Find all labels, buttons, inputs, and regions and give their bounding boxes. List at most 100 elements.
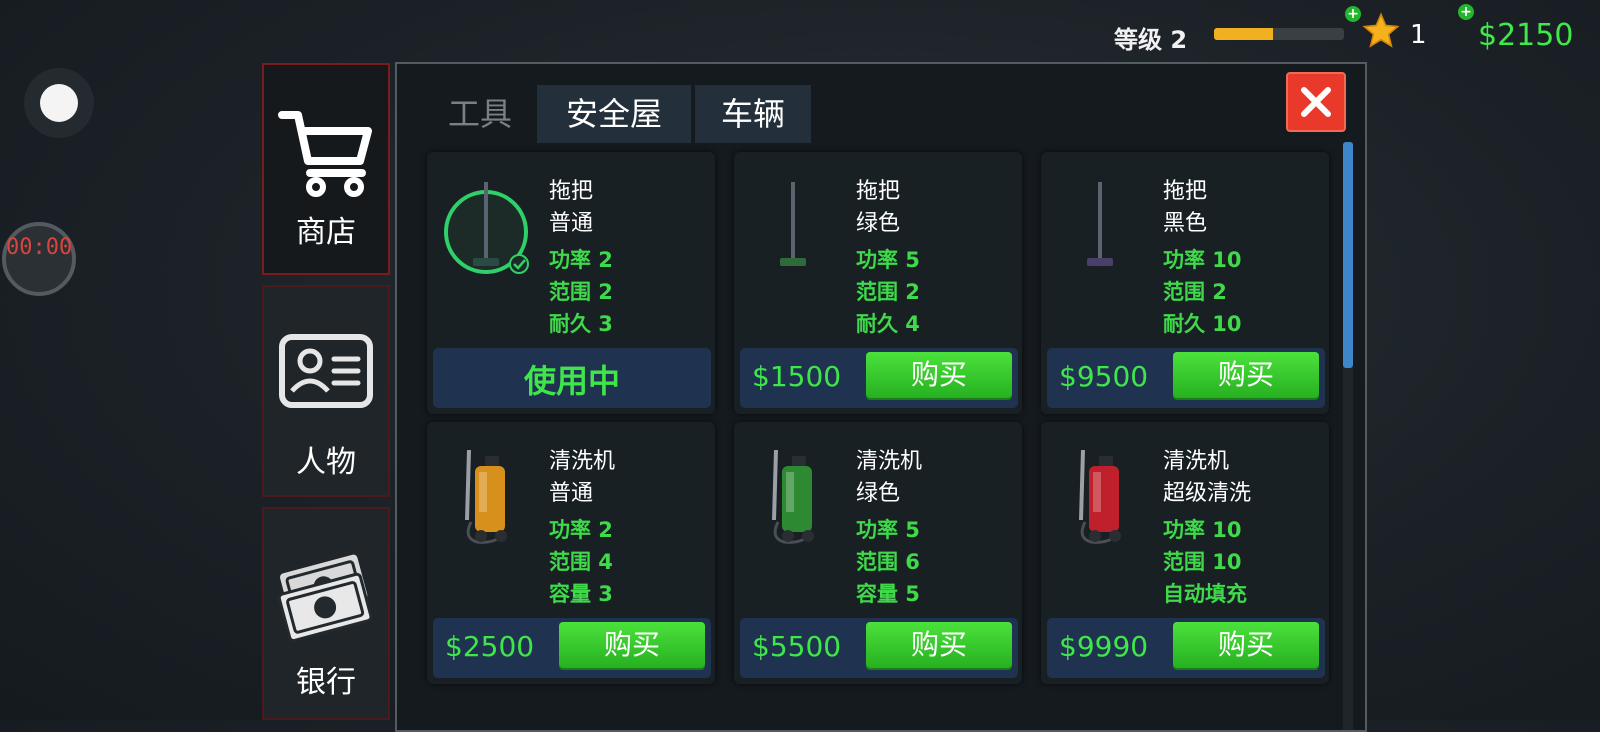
item-stat: 功率 5 [856,248,920,272]
item-title: 清洗机 [856,449,923,474]
item-stat: 功率 2 [549,248,613,272]
mop-icon [780,182,806,266]
mop-icon [1087,182,1113,266]
item-card[interactable]: 拖把绿色功率 5 范围 2 耐久 4 $1500 购买 [734,152,1022,414]
tab-tools[interactable]: 工具 [417,85,543,143]
item-variant: 普通 [549,481,594,506]
item-price: $1500 [752,360,842,393]
item-footer: $9990 购买 [1047,618,1325,678]
item-stat: 功率 10 [1163,518,1242,542]
add-stars-button[interactable]: + [1345,6,1361,22]
buy-button[interactable]: 购买 [866,622,1012,668]
item-stat: 范围 2 [549,280,613,304]
item-stats: 功率 5 范围 2 耐久 4 [856,244,920,340]
timer: 00:00 [2,222,76,296]
nav-bank[interactable]: 银行 [262,507,390,720]
item-name: 拖把 普通 [549,176,593,240]
item-price: $9990 [1059,630,1149,663]
item-variant: 普通 [549,211,594,236]
item-card[interactable]: 拖把黑色功率 10 范围 2 耐久 10 $9500 购买 [1041,152,1329,414]
tab-vehicles[interactable]: 车辆 [695,85,811,143]
item-title: 清洗机 [549,449,616,474]
item-stat: 范围 10 [1163,550,1242,574]
nav-shop-label: 商店 [296,215,356,250]
nav-bank-label: 银行 [296,665,356,700]
item-variant: 黑色 [1163,211,1208,236]
item-price: $5500 [752,630,842,663]
item-title: 拖把 [1163,179,1208,204]
joystick-button[interactable] [24,68,94,138]
close-icon [1301,87,1331,117]
joystick-dot [40,84,78,122]
shop-panel: 工具 安全屋 车辆 拖把 普通 功率 2 范围 2 耐久 3 使用中 拖把 绿色 功率 5 范围… [395,62,1367,732]
item-title: 拖把 [549,179,594,204]
item-stat: 功率 10 [1163,248,1242,272]
level-progress-fill [1214,28,1273,40]
buy-button[interactable]: 购买 [1173,622,1319,668]
item-title: 拖把 [856,179,901,204]
item-card[interactable]: 清洗机普通功率 2 范围 4 容量 3 $2500 购买 [427,422,715,684]
item-card[interactable]: 清洗机绿色功率 5 范围 6 容量 5 $5500 购买 [734,422,1022,684]
item-footer: $2500 购买 [433,618,711,678]
buy-button[interactable]: 购买 [866,352,1012,398]
item-footer: 使用中 [433,348,711,408]
pressure-washer-icon [1079,449,1121,544]
cart-icon [278,111,372,197]
item-name: 清洗机 绿色 [856,446,922,510]
item-footer: $1500 购买 [740,348,1018,408]
item-stat: 范围 6 [856,550,920,574]
item-name: 清洗机 超级清洗 [1163,446,1251,510]
nav-character[interactable]: 人物 [262,285,390,497]
scrollbar-thumb[interactable] [1343,142,1353,368]
item-footer: $9500 购买 [1047,348,1325,408]
item-stat: 自动填充 [1163,582,1247,606]
item-name: 拖把 黑色 [1163,176,1207,240]
id-card-icon [279,334,373,408]
item-name: 清洗机 普通 [549,446,615,510]
item-name: 拖把 绿色 [856,176,900,240]
level-label: 等级 2 [1114,26,1188,54]
nav-character-label: 人物 [296,445,356,480]
item-price: $2500 [445,630,535,663]
buy-button[interactable]: 购买 [559,622,705,668]
item-stats: 功率 2 范围 2 耐久 3 [549,244,613,340]
item-stats: 功率 5 范围 6 容量 5 [856,514,920,610]
in-use-label: 使用中 [523,362,620,400]
item-stat: 功率 5 [856,518,920,542]
item-variant: 超级清洗 [1163,481,1252,506]
item-stat: 范围 4 [549,550,613,574]
buy-button[interactable]: 购买 [1173,352,1319,398]
item-variant: 绿色 [856,211,901,236]
item-stat: 范围 2 [856,280,920,304]
item-price: $9500 [1059,360,1149,393]
item-stats: 功率 10 范围 2 耐久 10 [1163,244,1242,340]
mop-icon [444,182,529,274]
level-progress-bar [1214,28,1344,40]
scrollbar[interactable] [1343,142,1353,730]
item-stats: 功率 10 范围 10 自动填充 [1163,514,1247,610]
item-card[interactable]: 清洗机超级清洗功率 10 范围 10 自动填充 $9990 购买 [1041,422,1329,684]
item-card[interactable]: 拖把普通功率 2 范围 2 耐久 3 使用中 [427,152,715,414]
nav-shop[interactable]: 商店 [262,63,390,275]
item-stat: 耐久 4 [856,312,920,336]
item-stat: 耐久 10 [1163,312,1242,336]
cash-icon [277,554,373,643]
item-stat: 范围 2 [1163,280,1227,304]
item-stat: 容量 3 [549,582,613,606]
item-stat: 容量 5 [856,582,920,606]
item-stat: 耐久 3 [549,312,613,336]
item-stat: 功率 2 [549,518,613,542]
item-variant: 绿色 [856,481,901,506]
money-balance: $2150 [1478,18,1574,53]
close-button[interactable] [1286,72,1346,132]
star-icon [1362,12,1400,48]
pressure-washer-icon [772,449,814,544]
item-footer: $5500 购买 [740,618,1018,678]
item-stats: 功率 2 范围 4 容量 3 [549,514,613,610]
item-title: 清洗机 [1163,449,1230,474]
add-money-button[interactable]: + [1458,4,1474,20]
star-count: 1 [1410,20,1427,50]
pressure-washer-icon [465,449,507,544]
top-hud: 等级 2 + 1 + $2150 [1000,4,1600,58]
tab-safehouse[interactable]: 安全屋 [537,85,691,143]
